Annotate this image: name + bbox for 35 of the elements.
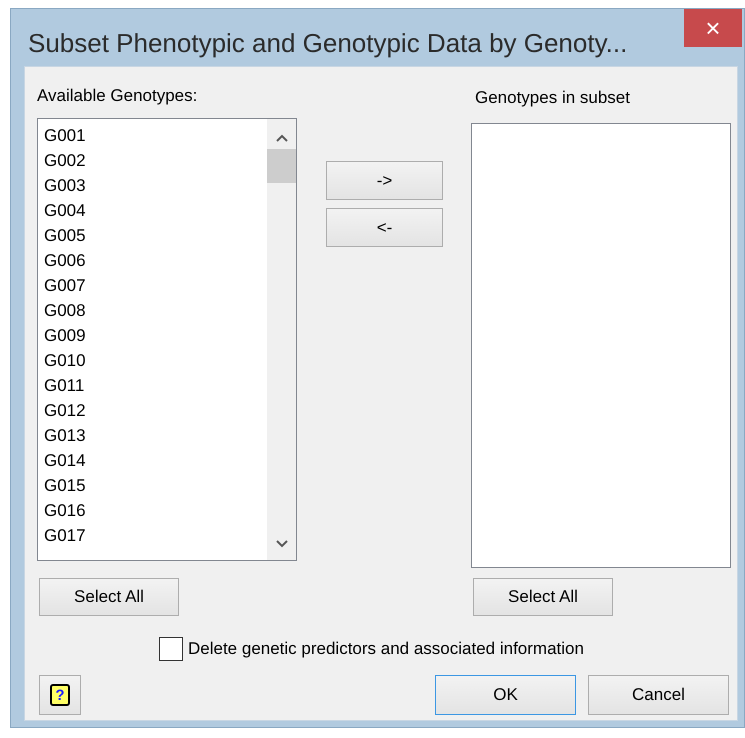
close-button[interactable]: × — [684, 9, 742, 47]
list-item[interactable]: G007 — [42, 273, 267, 298]
list-item[interactable]: G012 — [42, 398, 267, 423]
list-item[interactable]: G004 — [42, 198, 267, 223]
scroll-down-icon[interactable] — [276, 540, 288, 548]
dialog-button[interactable]: Cancel — [588, 675, 729, 715]
list-item[interactable]: G002 — [42, 148, 267, 173]
list-item[interactable]: G015 — [42, 473, 267, 498]
select-all-button[interactable]: Select All — [39, 578, 179, 616]
list-item[interactable]: G003 — [42, 173, 267, 198]
list-item[interactable]: G008 — [42, 298, 267, 323]
scrollbar[interactable] — [267, 119, 296, 560]
list-item[interactable]: G006 — [42, 248, 267, 273]
move-button[interactable]: <- — [326, 208, 443, 247]
list-item[interactable]: G001 — [42, 123, 267, 148]
list-item[interactable]: G013 — [42, 423, 267, 448]
dialog-button[interactable]: OK — [435, 675, 576, 715]
list-item[interactable]: G010 — [42, 348, 267, 373]
move-button[interactable]: -> — [326, 161, 443, 200]
list-item[interactable]: G011 — [42, 373, 267, 398]
list-item[interactable]: G009 — [42, 323, 267, 348]
window-title: Subset Phenotypic and Genotypic Data by Genoty... — [27, 27, 628, 60]
scroll-thumb[interactable] — [267, 149, 296, 183]
help-button[interactable]: ? — [39, 675, 81, 715]
checkbox[interactable] — [159, 637, 183, 661]
scroll-up-icon[interactable] — [276, 134, 288, 142]
checkbox-label: Delete genetic predictors and associated information — [188, 639, 584, 659]
list-item[interactable]: G005 — [42, 223, 267, 248]
list-item[interactable]: G014 — [42, 448, 267, 473]
list-label: Available Genotypes: — [37, 86, 198, 106]
list-item[interactable]: G017 — [42, 523, 267, 548]
select-all-button[interactable]: Select All — [473, 578, 613, 616]
list-label: Genotypes in subset — [474, 88, 631, 108]
list-item[interactable]: G016 — [42, 498, 267, 523]
genotype-list[interactable]: G001 G002 G003 G004 G005 G006 G007 G008 G009 G010 G011 G012 G013 G014 G015 G016 G017 — [37, 118, 297, 561]
